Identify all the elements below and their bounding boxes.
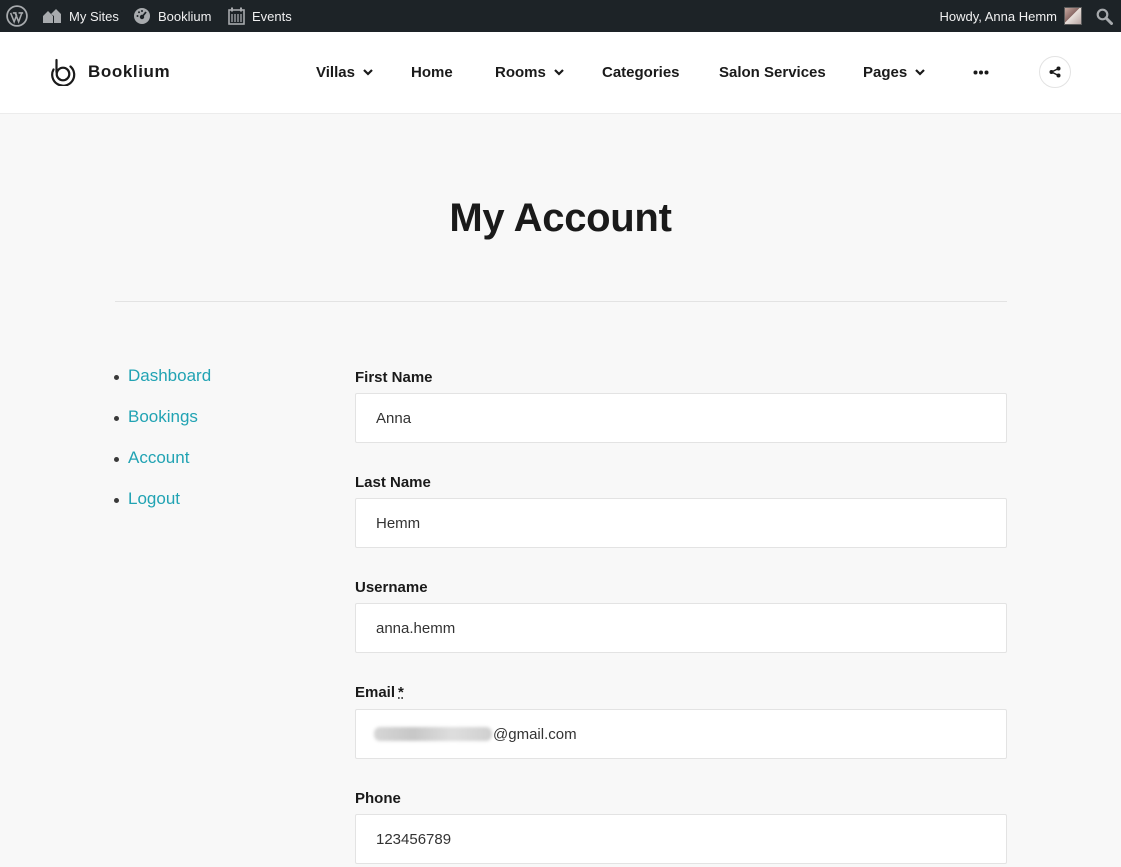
dashboard-link[interactable]: Dashboard [128,366,211,386]
nav-salon-services-label: Salon Services [719,64,826,81]
email-label: Email [355,684,396,701]
site-name-label: Booklium [158,8,212,24]
share-icon [1049,66,1061,78]
share-button[interactable] [1039,56,1071,88]
wordpress-logo-icon[interactable] [6,0,28,32]
nav-salon-services[interactable]: Salon Services [719,32,826,113]
nav-pages-label: Pages [863,64,908,81]
logout-link[interactable]: Logout [128,489,180,509]
chevron-down-icon [554,69,564,76]
required-marker: * [398,684,404,701]
calendar-icon [228,7,245,25]
dashboard-icon [134,8,150,24]
site-header: Booklium Villas Home Rooms Categories Sa… [0,32,1121,114]
last-name-field[interactable] [355,498,1007,548]
avatar [1064,7,1082,25]
account-nav-item-logout: Logout [112,489,211,530]
username-label: Username [355,579,428,596]
events-menu[interactable]: Events [228,0,292,32]
first-name-field[interactable] [355,393,1007,443]
site-name-menu[interactable]: Booklium [133,0,211,32]
phone-field[interactable] [355,814,1007,864]
username-field[interactable] [355,603,1007,653]
nav-home-label: Home [411,64,453,81]
search-icon[interactable] [1096,0,1113,32]
bookings-link[interactable]: Bookings [128,407,198,427]
booklium-logo-icon [51,58,76,86]
site-logo[interactable]: Booklium [50,58,170,86]
nav-villas-label: Villas [316,64,355,81]
email-field[interactable]: @gmail.com [355,709,1007,759]
account-menu[interactable]: Howdy, Anna Hemm [939,0,1082,32]
chevron-down-icon [915,69,925,76]
divider [115,301,1007,302]
nav-rooms-label: Rooms [495,64,546,81]
my-sites-icon [43,9,61,23]
chevron-down-icon [363,69,373,76]
redacted-email-local-part [374,727,492,741]
nav-pages[interactable]: Pages [863,32,925,113]
howdy-label: Howdy, Anna Hemm [939,8,1057,24]
events-label: Events [252,8,292,24]
logo-text: Booklium [88,62,171,81]
nav-categories[interactable]: Categories [602,32,680,113]
my-sites-menu[interactable]: My Sites [42,0,119,32]
nav-home[interactable]: Home [411,32,453,113]
account-nav-item-account: Account [112,448,211,489]
first-name-label: First Name [355,369,433,386]
account-navigation: Dashboard Bookings Account Logout [112,366,211,530]
account-link[interactable]: Account [128,448,189,468]
account-nav-item-dashboard: Dashboard [112,366,211,407]
phone-label: Phone [355,790,401,807]
email-domain: @gmail.com [493,725,577,743]
more-menu-icon[interactable] [973,32,989,113]
admin-bar: My Sites Booklium Events Howdy, Anna Hem… [0,0,1121,32]
last-name-label: Last Name [355,474,431,491]
nav-categories-label: Categories [602,64,680,81]
page-title: My Account [449,196,672,240]
nav-rooms[interactable]: Rooms [495,32,564,113]
email-label-row: Email * [355,684,404,701]
nav-villas[interactable]: Villas [316,32,373,113]
my-sites-label: My Sites [69,8,119,24]
account-nav-item-bookings: Bookings [112,407,211,448]
